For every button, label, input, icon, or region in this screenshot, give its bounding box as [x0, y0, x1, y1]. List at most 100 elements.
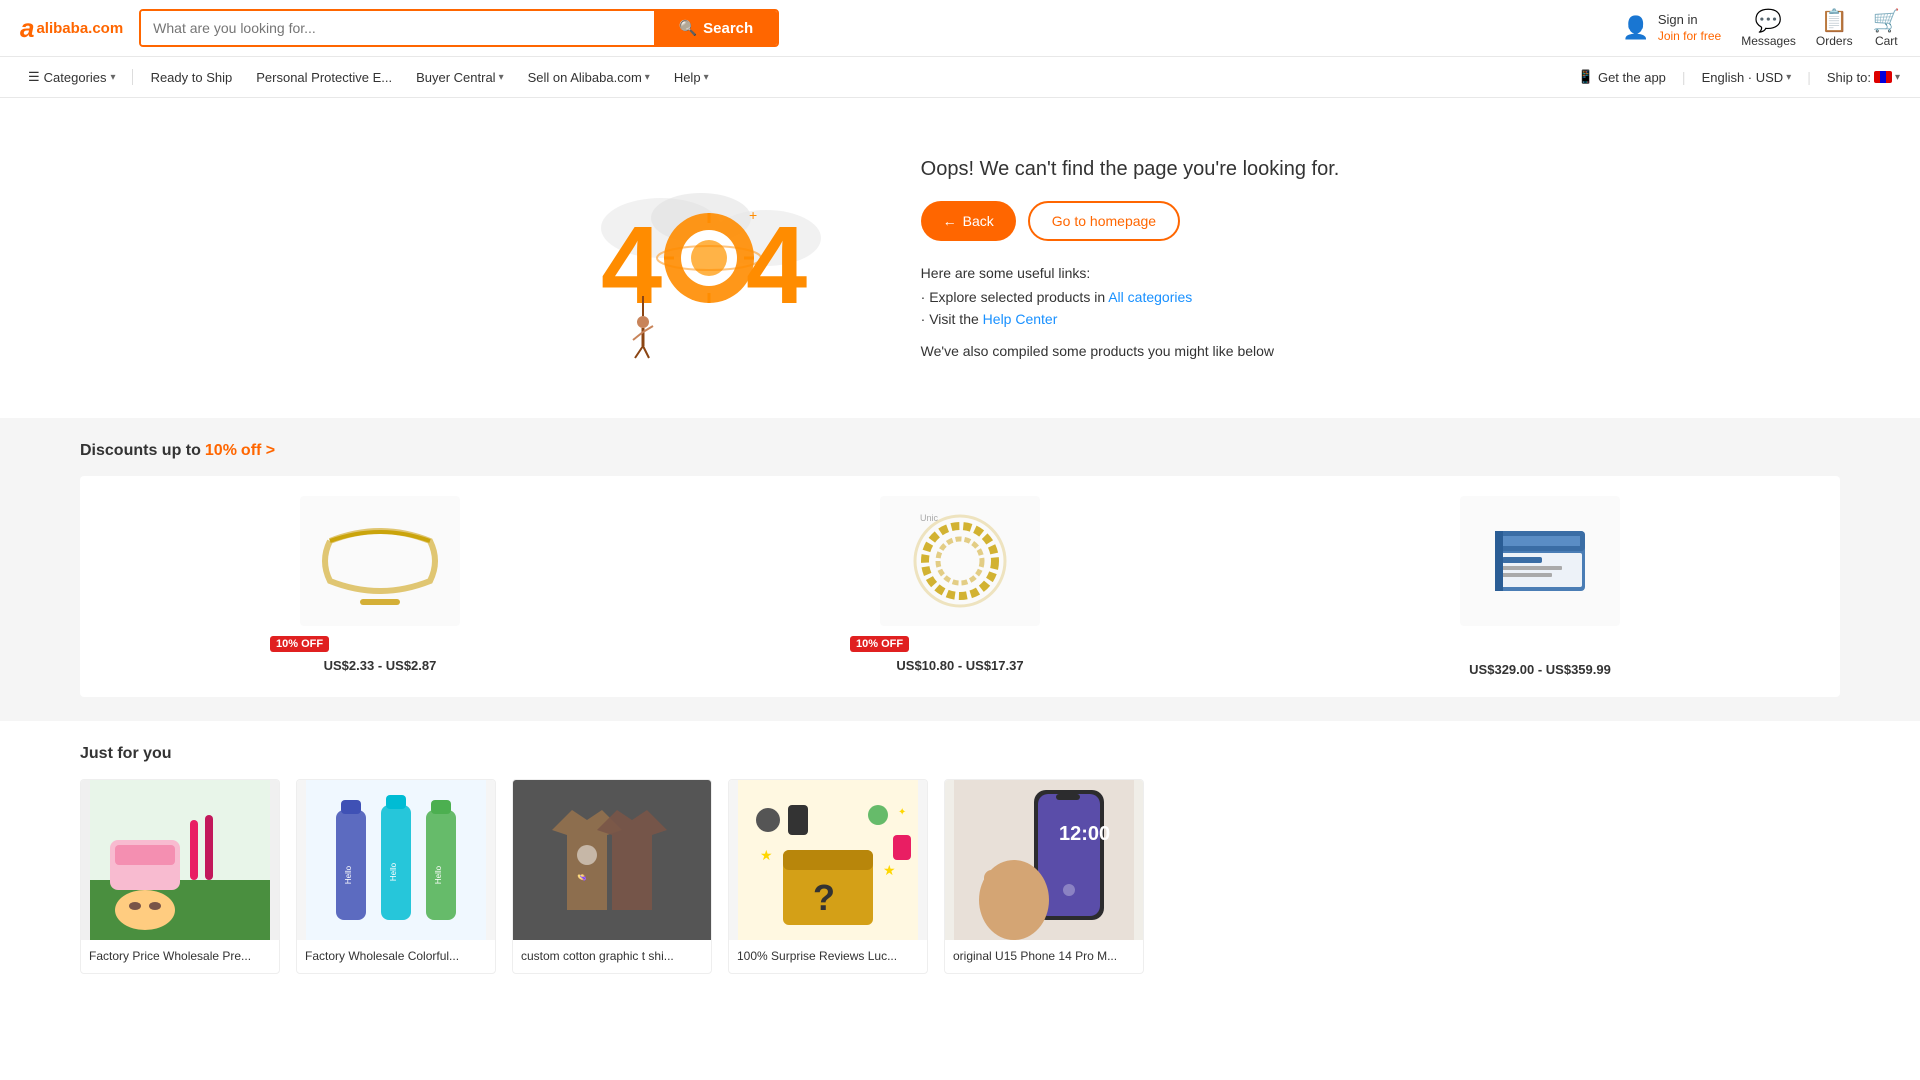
jfy-image-3: 👒	[513, 780, 711, 940]
nav-item-sell-on-alibaba[interactable]: Sell on Alibaba.com ▾	[518, 66, 660, 89]
cart-label: Cart	[1875, 34, 1898, 48]
back-arrow-icon: ←	[943, 213, 957, 229]
all-categories-link[interactable]: All categories	[1108, 289, 1192, 305]
orders-label: Orders	[1816, 34, 1853, 48]
search-bar: 🔍 Search	[139, 9, 779, 47]
error-buttons: ← Back Go to homepage	[921, 201, 1340, 241]
jfy-image-2: Hello Hello Hello	[297, 780, 495, 940]
menu-icon: ☰	[28, 69, 40, 85]
help-center-link[interactable]: Help Center	[983, 311, 1058, 327]
messages-label: Messages	[1741, 34, 1796, 48]
svg-text:?: ?	[813, 877, 835, 918]
svg-text:Hello: Hello	[344, 865, 353, 884]
product-image-1	[300, 496, 460, 626]
categories-label: Categories	[44, 70, 107, 85]
nav-item-categories[interactable]: ☰ Categories ▾	[20, 65, 124, 89]
alibaba-logo[interactable]: a alibaba.com	[20, 13, 123, 44]
svg-text:Hello: Hello	[434, 865, 443, 884]
svg-text:👒: 👒	[577, 873, 587, 882]
logo-text: alibaba.com	[36, 20, 123, 37]
get-app-link[interactable]: 📱 Get the app	[1578, 69, 1666, 85]
product-price-1: US$2.33 - US$2.87	[324, 658, 437, 673]
svg-text:12:00: 12:00	[1059, 823, 1110, 845]
nav-item-help[interactable]: Help ▾	[664, 66, 719, 89]
jfy-card-3[interactable]: 👒 custom cotton graphic t shi...	[512, 779, 712, 974]
svg-text:4: 4	[601, 204, 662, 327]
orders-action[interactable]: 📋 Orders	[1816, 8, 1853, 48]
svg-text:Unic: Unic	[920, 513, 939, 523]
mobile-icon: 📱	[1578, 69, 1594, 85]
svg-text:★: ★	[883, 862, 896, 878]
jfy-card-2[interactable]: Hello Hello Hello Factory Wholesale Colo…	[296, 779, 496, 974]
error-content: Oops! We can't find the page you're look…	[921, 158, 1340, 359]
nav-right: 📱 Get the app | English · USD ▾ | Ship t…	[1578, 69, 1900, 85]
chevron-down-icon: ▾	[645, 72, 650, 83]
header: a alibaba.com 🔍 Search 👤 Sign in Join fo…	[0, 0, 1920, 57]
product-price-2: US$10.80 - US$17.37	[896, 658, 1023, 673]
flag-icon	[1874, 71, 1892, 83]
ship-to-selector[interactable]: Ship to: ▾	[1827, 70, 1900, 85]
search-button[interactable]: 🔍 Search	[654, 11, 777, 45]
just-for-you-grid: Factory Price Wholesale Pre...	[80, 779, 1840, 974]
cart-action[interactable]: 🛒 Cart	[1873, 8, 1900, 48]
error-title: Oops! We can't find the page you're look…	[921, 158, 1340, 181]
discounts-percent: 10%	[205, 442, 237, 460]
jfy-card-5[interactable]: 12:00 original U15 Phone 14 Pro M...	[944, 779, 1144, 974]
homepage-button-label: Go to homepage	[1052, 213, 1156, 229]
discounts-title: Discounts up to	[80, 442, 201, 460]
link1-prefix: · Explore selected products in	[921, 289, 1109, 305]
join-free-label[interactable]: Join for free	[1658, 29, 1721, 45]
just-for-you-section: Just for you	[0, 721, 1920, 998]
search-icon: 🔍	[678, 19, 697, 37]
nav-divider2: |	[1682, 69, 1686, 85]
homepage-button[interactable]: Go to homepage	[1028, 201, 1180, 241]
jfy-label-2: Factory Wholesale Colorful...	[297, 940, 495, 973]
jfy-label-5: original U15 Phone 14 Pro M...	[945, 940, 1143, 973]
chevron-down-icon: ▾	[1786, 72, 1791, 83]
discount-product-1[interactable]: 10% OFF US$2.33 - US$2.87	[270, 496, 490, 677]
svg-text:Hello: Hello	[389, 862, 398, 881]
user-icon: 👤	[1622, 15, 1649, 41]
nav-item-ready-to-ship[interactable]: Ready to Ship	[141, 66, 243, 89]
jfy-label-3: custom cotton graphic t shi...	[513, 940, 711, 973]
messages-icon: 💬	[1755, 8, 1782, 34]
jfy-image-5: 12:00	[945, 780, 1143, 940]
nav-item-personal-protective[interactable]: Personal Protective E...	[246, 66, 402, 89]
discount-product-3[interactable]: US$329.00 - US$359.99	[1430, 496, 1650, 677]
svg-text:4: 4	[746, 204, 807, 327]
nav-divider3: |	[1807, 69, 1811, 85]
chevron-down-icon: ▾	[111, 72, 116, 83]
chevron-down-icon: ▾	[499, 72, 504, 83]
chevron-down-icon: ▾	[704, 72, 709, 83]
jfy-image-1	[81, 780, 279, 940]
discount-product-2[interactable]: Unic 10% OFF US$10.80 - US$17.37	[850, 496, 1070, 677]
jfy-label-4: 100% Surprise Reviews Luc...	[729, 940, 927, 973]
help-center-link-item: · Visit the Help Center	[921, 311, 1340, 327]
discount-products-grid: 10% OFF US$2.33 - US$2.87 Unic 10% OFF U…	[80, 476, 1840, 697]
language-selector[interactable]: English · USD ▾	[1702, 70, 1792, 85]
jfy-card-4[interactable]: ? ★ ★ ✦ 100% Surprise Reviews Luc...	[728, 779, 928, 974]
messages-action[interactable]: 💬 Messages	[1741, 8, 1796, 48]
discounts-section: Discounts up to 10% off > 10% OFF US$2.3…	[0, 418, 1920, 721]
cart-icon: 🛒	[1873, 8, 1900, 34]
header-actions: 👤 Sign in Join for free 💬 Messages 📋 Ord…	[1622, 8, 1900, 48]
product-image-2: Unic	[880, 496, 1040, 626]
discounts-off[interactable]: off >	[241, 442, 275, 460]
search-input[interactable]	[141, 11, 654, 45]
jfy-card-1[interactable]: Factory Price Wholesale Pre...	[80, 779, 280, 974]
product-badge-2: 10% OFF	[850, 636, 909, 652]
orders-icon: 📋	[1821, 8, 1848, 34]
back-button[interactable]: ← Back	[921, 201, 1016, 241]
product-image-3	[1460, 496, 1620, 626]
discounts-header: Discounts up to 10% off >	[80, 442, 1840, 460]
explore-link-item: · Explore selected products in All categ…	[921, 289, 1340, 305]
sign-in-action[interactable]: 👤 Sign in Join for free	[1622, 12, 1721, 44]
nav-item-buyer-central[interactable]: Buyer Central ▾	[406, 66, 514, 89]
chevron-down-icon: ▾	[1895, 72, 1900, 83]
sign-in-label: Sign in	[1658, 12, 1721, 29]
svg-text:✦: ✦	[898, 807, 906, 818]
jfy-image-4: ? ★ ★ ✦	[729, 780, 927, 940]
nav-divider	[132, 69, 133, 85]
product-price-3: US$329.00 - US$359.99	[1469, 662, 1611, 677]
error-section: 4 + 4	[0, 98, 1920, 418]
